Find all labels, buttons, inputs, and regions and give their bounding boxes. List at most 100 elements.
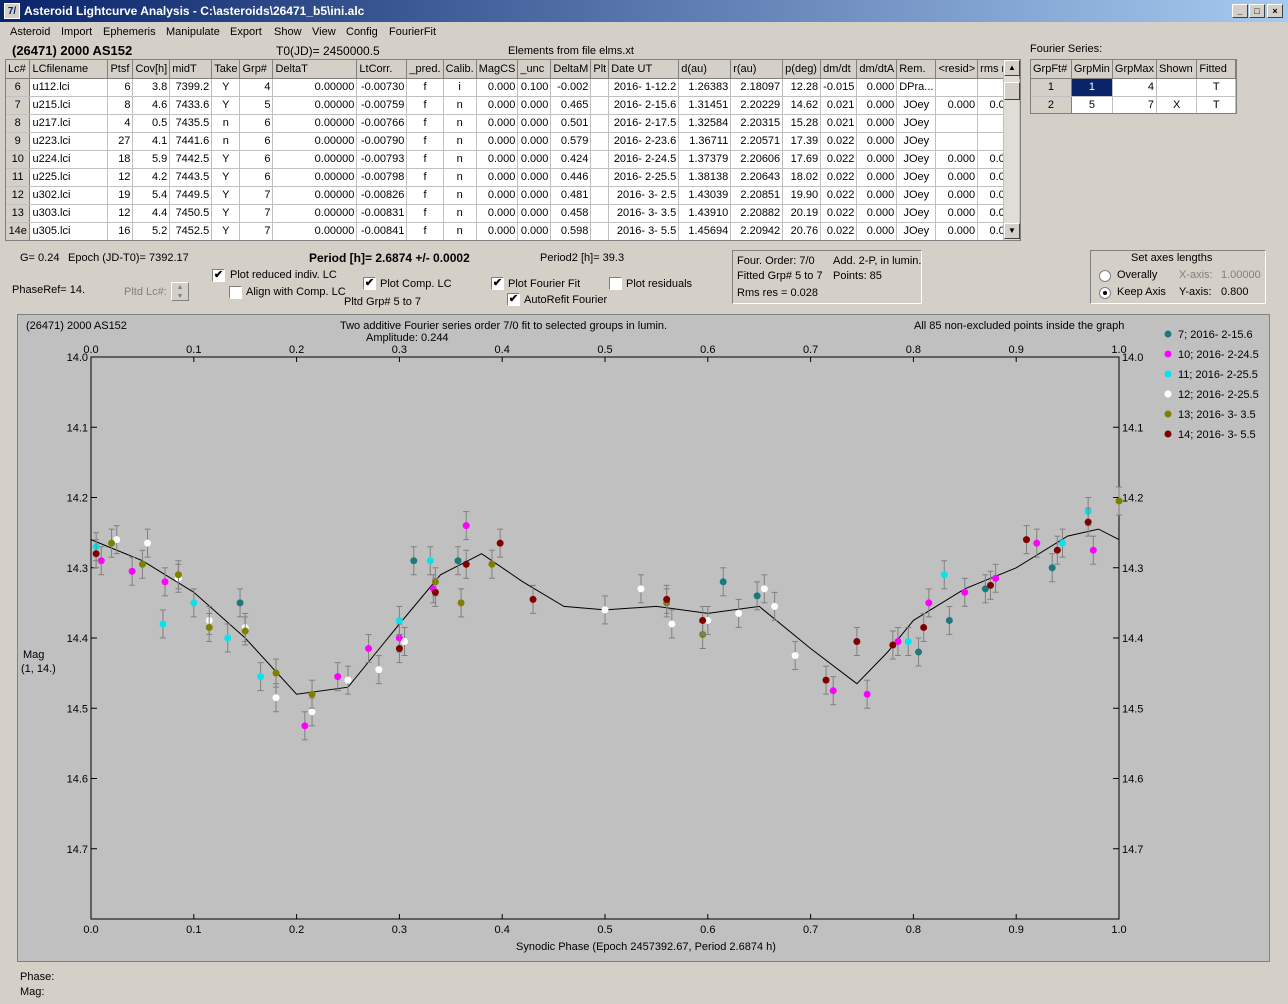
menu-ephemeris[interactable]: Ephemeris xyxy=(103,26,156,38)
table-cell[interactable]: JOey xyxy=(896,204,937,223)
table-row[interactable]: 14e u305.lci 16 5.2 7452.5 Y 7 0.00000 -0.00841 f… xyxy=(6,222,1020,240)
table-scrollbar[interactable]: ▲ ▼ xyxy=(1003,60,1020,240)
column-header[interactable]: LCfilename xyxy=(29,60,109,79)
table-cell[interactable]: 0.000 xyxy=(935,186,979,205)
column-header[interactable]: Ptsf xyxy=(107,60,134,79)
table-cell[interactable]: 11 xyxy=(6,168,31,187)
table-cell[interactable]: 4 xyxy=(239,78,274,97)
table-cell[interactable] xyxy=(935,78,979,97)
table-cell[interactable]: 7 xyxy=(239,222,274,240)
table-cell[interactable]: 5.9 xyxy=(132,150,171,169)
table-cell[interactable]: 0.000 xyxy=(935,96,979,115)
table-cell[interactable]: 0.00000 xyxy=(272,114,358,133)
table-cell[interactable]: f xyxy=(406,114,444,133)
column-header[interactable]: Take xyxy=(211,60,241,79)
table-cell[interactable]: u302.lci xyxy=(29,186,109,205)
table-cell[interactable]: 2.20229 xyxy=(730,96,784,115)
table-cell[interactable]: 2.18097 xyxy=(730,78,784,97)
column-header[interactable]: d(au) xyxy=(678,60,732,79)
table-cell[interactable]: 2016- 3- 3.5 xyxy=(608,204,680,223)
table-cell[interactable]: f xyxy=(406,78,444,97)
table-row[interactable]: 13 u303.lci 12 4.4 7450.5 Y 7 0.00000 -0.00831 f n… xyxy=(6,204,1020,223)
table-cell[interactable]: 2.20851 xyxy=(730,186,784,205)
table-cell[interactable]: 3.8 xyxy=(132,78,171,97)
table-cell[interactable]: DPra... xyxy=(896,78,937,97)
table-cell[interactable]: 19 xyxy=(107,186,134,205)
table-cell[interactable]: 27 xyxy=(107,132,134,151)
x-axis-value[interactable]: 1.00000 xyxy=(1221,269,1261,281)
table-cell[interactable]: u224.lci xyxy=(29,150,109,169)
column-header[interactable]: <resid> xyxy=(935,60,979,79)
table-cell[interactable]: 0.000 xyxy=(517,204,552,223)
table-cell[interactable]: JOey xyxy=(896,168,937,187)
table-cell[interactable]: 7 xyxy=(6,96,31,115)
column-header[interactable]: Date UT xyxy=(608,60,680,79)
table-cell[interactable]: X xyxy=(1156,96,1198,113)
table-cell[interactable]: 0.00000 xyxy=(272,168,358,187)
column-header[interactable]: Cov[h] xyxy=(132,60,171,79)
table-cell[interactable]: 0.022 xyxy=(820,222,858,240)
table-cell[interactable]: T xyxy=(1196,96,1236,113)
table-cell[interactable]: 1.38138 xyxy=(678,168,732,187)
menu-import[interactable]: Import xyxy=(61,26,92,38)
table-cell[interactable]: 6 xyxy=(107,78,134,97)
table-cell[interactable]: f xyxy=(406,168,444,187)
table-cell[interactable]: n xyxy=(443,186,477,205)
table-cell[interactable]: 0.000 xyxy=(517,222,552,240)
table-cell[interactable] xyxy=(590,114,610,133)
overally-radio[interactable] xyxy=(1099,270,1111,282)
table-cell[interactable]: 13 xyxy=(6,204,31,223)
table-cell[interactable]: 5 xyxy=(239,96,274,115)
table-cell[interactable]: 0.000 xyxy=(856,132,898,151)
table-cell[interactable]: 0.022 xyxy=(820,132,858,151)
table-cell[interactable]: 4.1 xyxy=(132,132,171,151)
table-cell[interactable]: 0.000 xyxy=(856,204,898,223)
table-cell[interactable]: 0.00000 xyxy=(272,132,358,151)
table-cell[interactable]: n xyxy=(443,150,477,169)
table-cell[interactable]: n xyxy=(443,132,477,151)
table-cell[interactable]: 4.6 xyxy=(132,96,171,115)
y-axis-value[interactable]: 0.800 xyxy=(1221,286,1249,298)
table-cell[interactable]: 18.02 xyxy=(782,168,822,187)
table-row[interactable]: 6 u112.lci 6 3.8 7399.2 Y 4 0.00000 -0.00730 f i 0.… xyxy=(6,78,1020,97)
table-cell[interactable]: 2016- 3- 2.5 xyxy=(608,186,680,205)
table-cell[interactable]: 2016- 2-25.5 xyxy=(608,168,680,187)
table-cell[interactable]: 4 xyxy=(1112,78,1158,97)
table-cell[interactable]: 0.000 xyxy=(856,114,898,133)
table-cell[interactable]: n xyxy=(443,96,477,115)
column-header[interactable]: DeltaM xyxy=(550,60,592,79)
table-cell[interactable]: 2.20643 xyxy=(730,168,784,187)
table-cell[interactable]: JOey xyxy=(896,186,937,205)
table-cell[interactable]: -0.00826 xyxy=(356,186,408,205)
table-cell[interactable]: 1.31451 xyxy=(678,96,732,115)
column-header[interactable]: dm/dtA xyxy=(856,60,898,79)
table-cell[interactable]: 2.20606 xyxy=(730,150,784,169)
close-button[interactable]: × xyxy=(1267,4,1283,18)
table-cell[interactable] xyxy=(935,132,979,151)
table-cell[interactable]: 0.000 xyxy=(935,222,979,240)
table-cell[interactable]: 0.000 xyxy=(517,96,552,115)
table-cell[interactable]: 0.00000 xyxy=(272,222,358,240)
table-cell[interactable] xyxy=(590,96,610,115)
table-cell[interactable] xyxy=(590,186,610,205)
table-row[interactable]: 9 u223.lci 27 4.1 7441.6 n 6 0.00000 -0.00790 f n 0… xyxy=(6,132,1020,151)
table-cell[interactable]: 7449.5 xyxy=(169,186,213,205)
column-header[interactable]: GrpMax xyxy=(1112,60,1158,79)
table-cell[interactable]: -0.00831 xyxy=(356,204,408,223)
table-cell[interactable]: u223.lci xyxy=(29,132,109,151)
table-cell[interactable]: 7452.5 xyxy=(169,222,213,240)
table-cell[interactable]: -0.00793 xyxy=(356,150,408,169)
table-cell[interactable]: 6 xyxy=(239,150,274,169)
table-row[interactable]: 7 u215.lci 8 4.6 7433.6 Y 5 0.00000 -0.00759 f n 0.… xyxy=(6,96,1020,115)
table-cell[interactable]: 2016- 3- 5.5 xyxy=(608,222,680,240)
table-cell[interactable]: 7433.6 xyxy=(169,96,213,115)
table-cell[interactable]: 2016- 1-12.2 xyxy=(608,78,680,97)
table-cell[interactable]: 10 xyxy=(6,150,31,169)
table-cell[interactable]: Y xyxy=(211,222,241,240)
table-cell[interactable]: 14e xyxy=(6,222,31,240)
table-cell[interactable]: 0.021 xyxy=(820,96,858,115)
table-cell[interactable] xyxy=(590,132,610,151)
table-cell[interactable]: u215.lci xyxy=(29,96,109,115)
table-cell[interactable]: 0.100 xyxy=(517,78,552,97)
table-cell[interactable]: 7443.5 xyxy=(169,168,213,187)
